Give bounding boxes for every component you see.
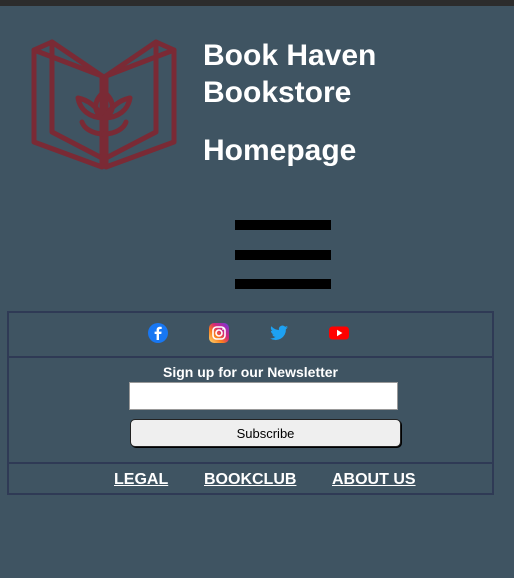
newsletter-section: Sign up for our Newsletter Subscribe [9,358,492,464]
about-us-link[interactable]: ABOUT US [332,471,416,489]
newsletter-email-input[interactable] [129,382,398,410]
menu-bar-middle [235,250,331,260]
footer-panel: Sign up for our Newsletter Subscribe LEG… [7,311,494,495]
subscribe-button[interactable]: Subscribe [130,419,401,447]
browser-top-bar [0,0,514,6]
page-title: Homepage [203,134,357,167]
youtube-icon[interactable] [329,323,349,343]
legal-link[interactable]: LEGAL [114,471,168,489]
hamburger-menu-icon[interactable] [235,220,331,290]
instagram-icon[interactable] [209,323,229,343]
site-title-line-2: Bookstore [203,76,352,109]
newsletter-heading: Sign up for our Newsletter [162,364,338,380]
footer-links: LEGAL BOOKCLUB ABOUT US [9,464,492,495]
menu-bar-top [235,220,331,230]
menu-bar-bottom [235,279,331,289]
site-title-line-1: Book Haven [203,39,377,72]
twitter-icon[interactable] [269,323,289,343]
site-title: Book Haven Bookstore [203,37,376,111]
bookclub-link[interactable]: BOOKCLUB [204,471,296,489]
bookstore-logo [31,39,177,170]
social-links-row [9,313,492,358]
facebook-icon[interactable] [148,323,168,343]
